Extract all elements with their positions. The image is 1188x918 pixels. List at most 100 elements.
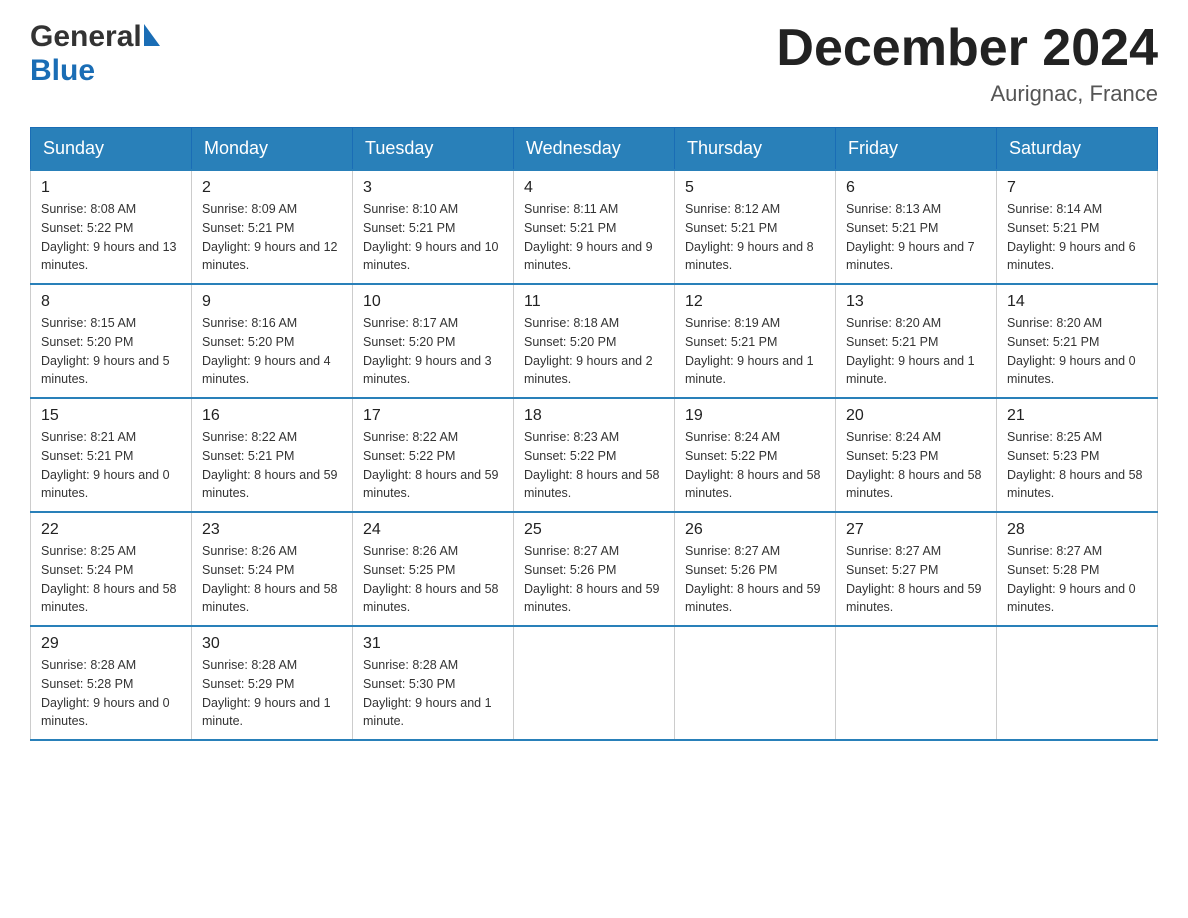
calendar-day-cell: 31 Sunrise: 8:28 AMSunset: 5:30 PMDaylig… xyxy=(353,626,514,740)
calendar-day-cell: 4 Sunrise: 8:11 AMSunset: 5:21 PMDayligh… xyxy=(514,170,675,284)
day-info: Sunrise: 8:09 AMSunset: 5:21 PMDaylight:… xyxy=(202,202,338,272)
calendar-day-cell: 9 Sunrise: 8:16 AMSunset: 5:20 PMDayligh… xyxy=(192,284,353,398)
calendar-day-cell: 10 Sunrise: 8:17 AMSunset: 5:20 PMDaylig… xyxy=(353,284,514,398)
day-number: 28 xyxy=(1007,521,1147,539)
day-number: 23 xyxy=(202,521,342,539)
day-info: Sunrise: 8:21 AMSunset: 5:21 PMDaylight:… xyxy=(41,430,170,500)
day-info: Sunrise: 8:28 AMSunset: 5:28 PMDaylight:… xyxy=(41,658,170,728)
day-info: Sunrise: 8:27 AMSunset: 5:26 PMDaylight:… xyxy=(524,544,660,614)
day-info: Sunrise: 8:18 AMSunset: 5:20 PMDaylight:… xyxy=(524,316,653,386)
day-number: 31 xyxy=(363,635,503,653)
calendar-day-cell: 6 Sunrise: 8:13 AMSunset: 5:21 PMDayligh… xyxy=(836,170,997,284)
logo: General Blue xyxy=(30,20,162,88)
day-number: 5 xyxy=(685,179,825,197)
day-info: Sunrise: 8:20 AMSunset: 5:21 PMDaylight:… xyxy=(1007,316,1136,386)
calendar-day-cell: 13 Sunrise: 8:20 AMSunset: 5:21 PMDaylig… xyxy=(836,284,997,398)
day-number: 20 xyxy=(846,407,986,425)
day-number: 14 xyxy=(1007,293,1147,311)
calendar-table: SundayMondayTuesdayWednesdayThursdayFrid… xyxy=(30,127,1158,741)
day-info: Sunrise: 8:26 AMSunset: 5:24 PMDaylight:… xyxy=(202,544,338,614)
day-number: 29 xyxy=(41,635,181,653)
day-number: 2 xyxy=(202,179,342,197)
calendar-day-cell: 24 Sunrise: 8:26 AMSunset: 5:25 PMDaylig… xyxy=(353,512,514,626)
calendar-day-cell: 3 Sunrise: 8:10 AMSunset: 5:21 PMDayligh… xyxy=(353,170,514,284)
day-info: Sunrise: 8:10 AMSunset: 5:21 PMDaylight:… xyxy=(363,202,499,272)
calendar-week-row: 15 Sunrise: 8:21 AMSunset: 5:21 PMDaylig… xyxy=(31,398,1158,512)
day-info: Sunrise: 8:25 AMSunset: 5:24 PMDaylight:… xyxy=(41,544,177,614)
day-number: 12 xyxy=(685,293,825,311)
calendar-day-cell xyxy=(997,626,1158,740)
day-number: 10 xyxy=(363,293,503,311)
day-number: 7 xyxy=(1007,179,1147,197)
day-info: Sunrise: 8:11 AMSunset: 5:21 PMDaylight:… xyxy=(524,202,653,272)
day-info: Sunrise: 8:27 AMSunset: 5:27 PMDaylight:… xyxy=(846,544,982,614)
day-number: 15 xyxy=(41,407,181,425)
calendar-day-cell: 23 Sunrise: 8:26 AMSunset: 5:24 PMDaylig… xyxy=(192,512,353,626)
calendar-day-cell: 5 Sunrise: 8:12 AMSunset: 5:21 PMDayligh… xyxy=(675,170,836,284)
calendar-day-cell: 12 Sunrise: 8:19 AMSunset: 5:21 PMDaylig… xyxy=(675,284,836,398)
day-number: 1 xyxy=(41,179,181,197)
calendar-day-header: Saturday xyxy=(997,128,1158,171)
calendar-day-cell: 11 Sunrise: 8:18 AMSunset: 5:20 PMDaylig… xyxy=(514,284,675,398)
calendar-day-cell: 29 Sunrise: 8:28 AMSunset: 5:28 PMDaylig… xyxy=(31,626,192,740)
calendar-header-row: SundayMondayTuesdayWednesdayThursdayFrid… xyxy=(31,128,1158,171)
day-info: Sunrise: 8:20 AMSunset: 5:21 PMDaylight:… xyxy=(846,316,975,386)
day-info: Sunrise: 8:25 AMSunset: 5:23 PMDaylight:… xyxy=(1007,430,1143,500)
day-info: Sunrise: 8:24 AMSunset: 5:22 PMDaylight:… xyxy=(685,430,821,500)
day-info: Sunrise: 8:17 AMSunset: 5:20 PMDaylight:… xyxy=(363,316,492,386)
day-number: 4 xyxy=(524,179,664,197)
location-text: Aurignac, France xyxy=(776,81,1158,107)
day-info: Sunrise: 8:12 AMSunset: 5:21 PMDaylight:… xyxy=(685,202,814,272)
calendar-day-cell: 20 Sunrise: 8:24 AMSunset: 5:23 PMDaylig… xyxy=(836,398,997,512)
calendar-day-cell: 28 Sunrise: 8:27 AMSunset: 5:28 PMDaylig… xyxy=(997,512,1158,626)
day-info: Sunrise: 8:22 AMSunset: 5:22 PMDaylight:… xyxy=(363,430,499,500)
day-number: 3 xyxy=(363,179,503,197)
logo-triangle-icon xyxy=(144,24,160,51)
day-number: 21 xyxy=(1007,407,1147,425)
day-info: Sunrise: 8:27 AMSunset: 5:26 PMDaylight:… xyxy=(685,544,821,614)
day-info: Sunrise: 8:13 AMSunset: 5:21 PMDaylight:… xyxy=(846,202,975,272)
day-number: 11 xyxy=(524,293,664,311)
calendar-day-cell: 18 Sunrise: 8:23 AMSunset: 5:22 PMDaylig… xyxy=(514,398,675,512)
day-number: 26 xyxy=(685,521,825,539)
month-title: December 2024 xyxy=(776,20,1158,77)
page-header: General Blue December 2024 Aurignac, Fra… xyxy=(30,20,1158,107)
day-number: 16 xyxy=(202,407,342,425)
calendar-day-cell: 16 Sunrise: 8:22 AMSunset: 5:21 PMDaylig… xyxy=(192,398,353,512)
day-info: Sunrise: 8:19 AMSunset: 5:21 PMDaylight:… xyxy=(685,316,814,386)
calendar-day-cell: 22 Sunrise: 8:25 AMSunset: 5:24 PMDaylig… xyxy=(31,512,192,626)
day-info: Sunrise: 8:27 AMSunset: 5:28 PMDaylight:… xyxy=(1007,544,1136,614)
calendar-week-row: 1 Sunrise: 8:08 AMSunset: 5:22 PMDayligh… xyxy=(31,170,1158,284)
calendar-day-header: Friday xyxy=(836,128,997,171)
day-info: Sunrise: 8:26 AMSunset: 5:25 PMDaylight:… xyxy=(363,544,499,614)
day-number: 24 xyxy=(363,521,503,539)
day-number: 8 xyxy=(41,293,181,311)
calendar-day-cell: 27 Sunrise: 8:27 AMSunset: 5:27 PMDaylig… xyxy=(836,512,997,626)
day-info: Sunrise: 8:23 AMSunset: 5:22 PMDaylight:… xyxy=(524,430,660,500)
day-number: 22 xyxy=(41,521,181,539)
day-info: Sunrise: 8:15 AMSunset: 5:20 PMDaylight:… xyxy=(41,316,170,386)
calendar-day-cell: 14 Sunrise: 8:20 AMSunset: 5:21 PMDaylig… xyxy=(997,284,1158,398)
calendar-day-cell: 19 Sunrise: 8:24 AMSunset: 5:22 PMDaylig… xyxy=(675,398,836,512)
calendar-day-header: Wednesday xyxy=(514,128,675,171)
day-number: 17 xyxy=(363,407,503,425)
logo-blue-text: Blue xyxy=(30,54,95,87)
calendar-day-header: Tuesday xyxy=(353,128,514,171)
day-number: 18 xyxy=(524,407,664,425)
day-info: Sunrise: 8:28 AMSunset: 5:30 PMDaylight:… xyxy=(363,658,492,728)
day-info: Sunrise: 8:22 AMSunset: 5:21 PMDaylight:… xyxy=(202,430,338,500)
calendar-week-row: 29 Sunrise: 8:28 AMSunset: 5:28 PMDaylig… xyxy=(31,626,1158,740)
day-info: Sunrise: 8:28 AMSunset: 5:29 PMDaylight:… xyxy=(202,658,331,728)
calendar-day-cell xyxy=(675,626,836,740)
calendar-day-header: Thursday xyxy=(675,128,836,171)
calendar-day-cell xyxy=(514,626,675,740)
logo-general-text: General xyxy=(30,20,142,54)
calendar-day-cell xyxy=(836,626,997,740)
calendar-day-cell: 7 Sunrise: 8:14 AMSunset: 5:21 PMDayligh… xyxy=(997,170,1158,284)
day-info: Sunrise: 8:08 AMSunset: 5:22 PMDaylight:… xyxy=(41,202,177,272)
calendar-day-cell: 2 Sunrise: 8:09 AMSunset: 5:21 PMDayligh… xyxy=(192,170,353,284)
day-number: 25 xyxy=(524,521,664,539)
calendar-day-cell: 26 Sunrise: 8:27 AMSunset: 5:26 PMDaylig… xyxy=(675,512,836,626)
day-number: 6 xyxy=(846,179,986,197)
day-number: 27 xyxy=(846,521,986,539)
